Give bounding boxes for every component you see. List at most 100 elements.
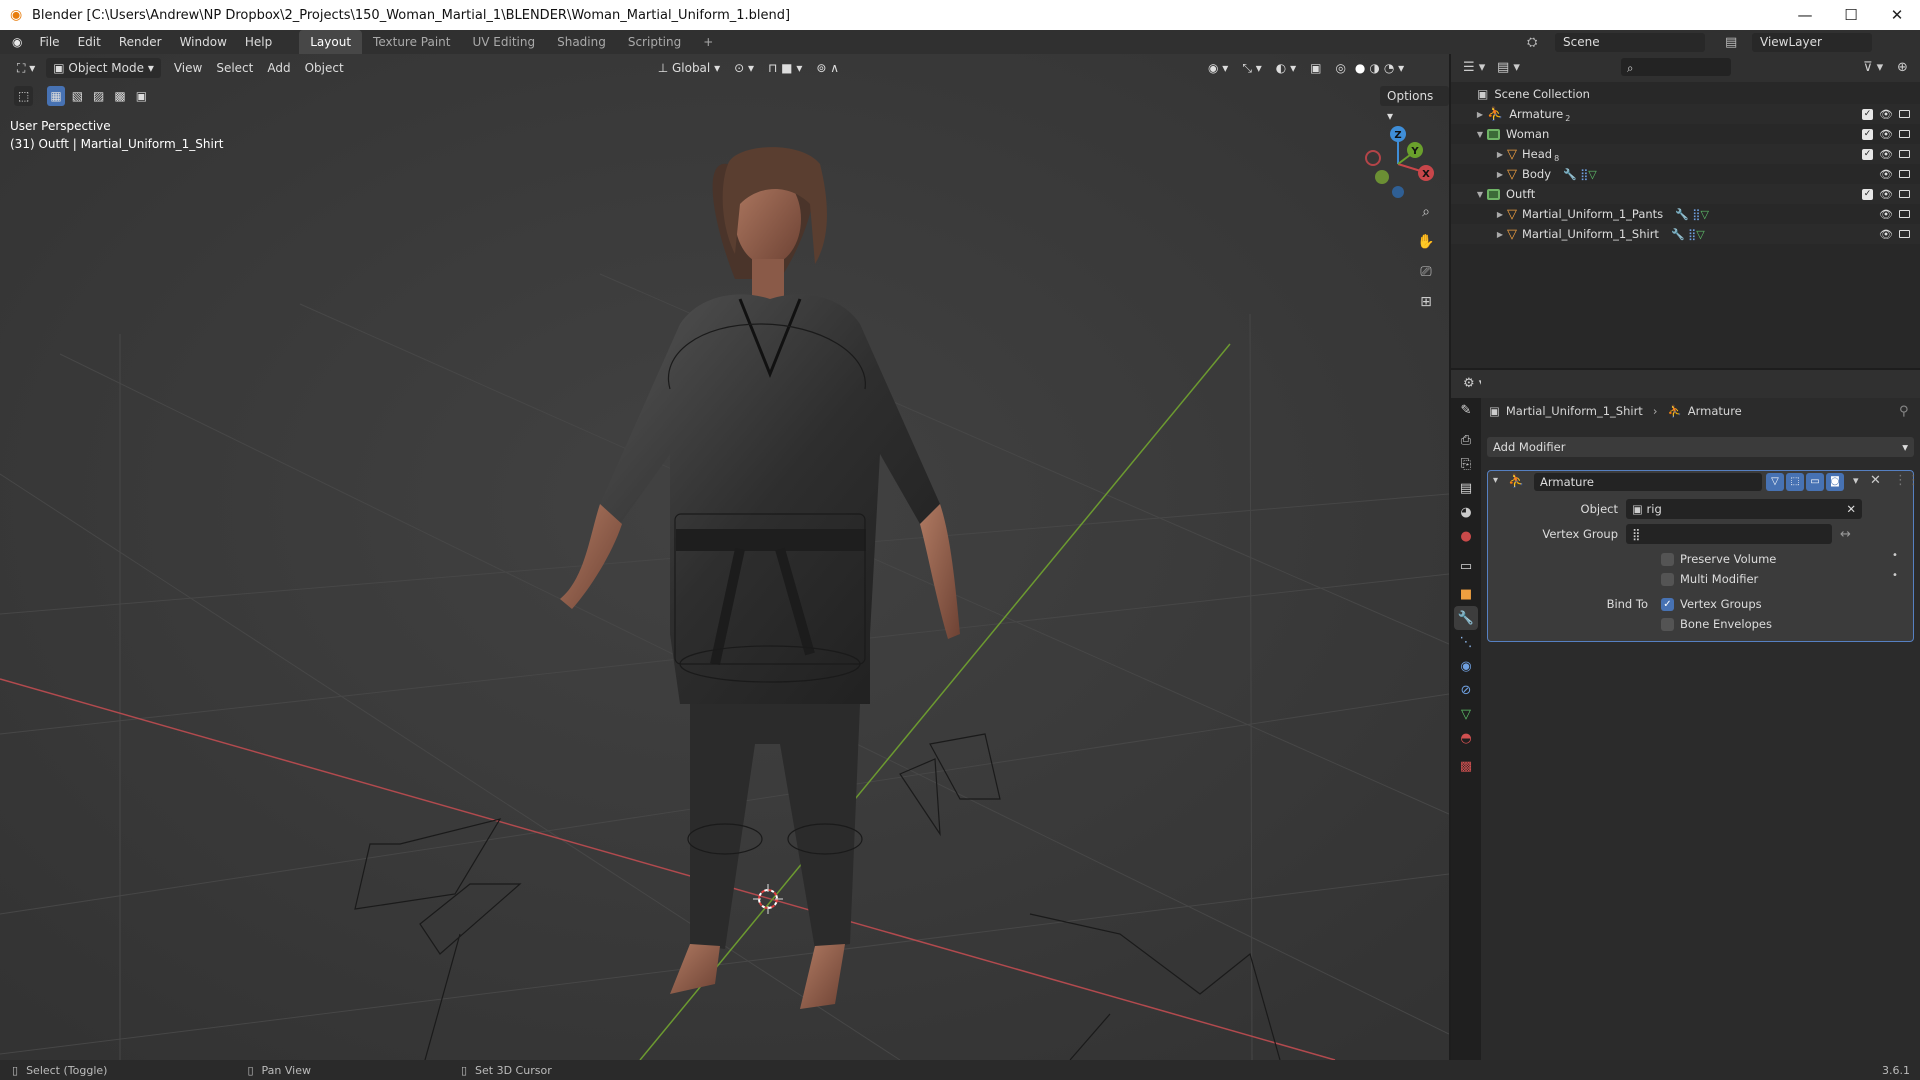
eye-icon[interactable]: 👁 <box>1879 208 1893 221</box>
new-collection-icon[interactable]: ⊕ <box>1897 60 1908 75</box>
mode-selector[interactable]: ▣ Object Mode ▾ <box>46 58 161 78</box>
monitor-icon[interactable] <box>1899 190 1910 198</box>
cage-toggle-icon[interactable]: ⬚ <box>1786 473 1804 491</box>
visibility-icon[interactable]: ◉ ▾ <box>1201 58 1235 78</box>
minimize-button[interactable]: — <box>1782 0 1828 30</box>
outliner-editor-icon[interactable]: ☰ ▾ <box>1463 60 1485 75</box>
navigation-gizmo[interactable]: Z X Y <box>1358 122 1438 202</box>
monitor-icon[interactable] <box>1899 210 1910 218</box>
select-menu[interactable]: Select <box>209 58 260 78</box>
shading-material-icon[interactable]: ◑ <box>1367 58 1381 78</box>
collapse-chevron-icon[interactable]: ▾ <box>1493 475 1498 486</box>
modifier-tab-icon[interactable]: 🔧 <box>1454 606 1478 630</box>
eye-icon[interactable]: 👁 <box>1879 108 1893 121</box>
transform-orientation-selector[interactable]: ⊥ Global ▾ <box>651 58 727 78</box>
blender-menu-icon[interactable]: ◉ <box>0 30 30 54</box>
view-layer-icon[interactable]: ▤ <box>1725 35 1737 50</box>
modifier-vertexgroup-icons[interactable]: 🔧 ⣿ <box>1563 168 1588 181</box>
menu-window[interactable]: Window <box>171 30 236 54</box>
material-tab-icon[interactable]: ◓ <box>1454 726 1478 750</box>
pan-hand-icon[interactable]: ✋ <box>1414 230 1438 254</box>
world-tab-icon[interactable]: ● <box>1454 524 1478 548</box>
monitor-icon[interactable] <box>1899 170 1910 178</box>
3d-viewport[interactable]: ⛶ ▾ ▣ Object Mode ▾ View Select Add Obje… <box>0 54 1449 1060</box>
editor-type-button[interactable]: ⛶ ▾ <box>10 58 42 78</box>
tab-texture-paint[interactable]: Texture Paint <box>362 30 461 54</box>
modifier-vertexgroup-icons[interactable]: 🔧 ⣿ <box>1675 208 1700 221</box>
tab-layout[interactable]: Layout <box>299 30 363 54</box>
preserve-volume-checkbox[interactable] <box>1661 553 1674 566</box>
edit-mode-toggle-icon[interactable]: ▽ <box>1766 473 1784 491</box>
display-mode-icon[interactable]: ▤ ▾ <box>1497 60 1520 75</box>
outliner-item-armature[interactable]: ▶ ⛹ Armature 2 ✓ 👁 <box>1451 104 1920 124</box>
modifier-name-input[interactable]: Armature <box>1534 473 1762 491</box>
snap-icon[interactable]: ⊓ ■ ▾ <box>761 58 809 78</box>
zoom-icon[interactable]: ⌕ <box>1414 200 1438 224</box>
expand-toggle-icon[interactable]: ▶ <box>1493 150 1507 159</box>
add-menu[interactable]: Add <box>260 58 297 78</box>
outliner-item-woman[interactable]: ▼ Woman ✓ 👁 <box>1451 124 1920 144</box>
tab-uv-editing[interactable]: UV Editing <box>461 30 546 54</box>
view-layer-tab-icon[interactable]: ▤ <box>1454 476 1478 500</box>
menu-edit[interactable]: Edit <box>69 30 110 54</box>
outliner-item-martial_uniform_1_pants[interactable]: ▶ ▽ Martial_Uniform_1_Pants 🔧 ⣿ ▽ 👁 <box>1451 204 1920 224</box>
menu-file[interactable]: File <box>30 30 68 54</box>
scene-tab-icon[interactable]: ◕ <box>1454 500 1478 524</box>
bone-envelopes-checkbox[interactable] <box>1661 618 1674 631</box>
outliner-item-body[interactable]: ▶ ▽ Body 🔧 ⣿ ▽ 👁 <box>1451 164 1920 184</box>
scene-icon[interactable]: ⛭ <box>1527 35 1537 50</box>
shading-rendered-icon[interactable]: ◔ ▾ <box>1382 58 1406 78</box>
add-workspace-button[interactable]: + <box>692 30 724 54</box>
monitor-icon[interactable] <box>1899 110 1910 118</box>
remove-modifier-icon[interactable]: ✕ <box>1870 473 1881 488</box>
proportional-edit-icon[interactable]: ⊚ ∧ <box>809 58 846 78</box>
shading-solid-icon[interactable]: ● <box>1353 58 1367 78</box>
viewport-toggle-icon[interactable]: ▭ <box>1806 473 1824 491</box>
eye-icon[interactable]: 👁 <box>1879 128 1893 141</box>
texture-tab-icon[interactable]: ▩ <box>1454 754 1478 778</box>
exclude-checkbox[interactable]: ✓ <box>1862 188 1874 200</box>
collection-tab-icon[interactable]: ▭ <box>1454 554 1478 578</box>
shading-wireframe-icon[interactable]: ◎ <box>1328 58 1352 78</box>
pin-icon[interactable]: ⚲ <box>1899 404 1909 419</box>
outliner-item-outft[interactable]: ▼ Outft ✓ 👁 <box>1451 184 1920 204</box>
menu-render[interactable]: Render <box>110 30 171 54</box>
mesh-data-icon[interactable]: ▽ <box>1700 208 1708 221</box>
mesh-data-icon[interactable]: ▽ <box>1588 168 1596 181</box>
expand-toggle-icon[interactable]: ▶ <box>1493 210 1507 219</box>
physics-tab-icon[interactable]: ◉ <box>1454 654 1478 678</box>
output-tab-icon[interactable]: ⎘ <box>1454 452 1478 476</box>
monitor-icon[interactable] <box>1899 150 1910 158</box>
outliner-search-input[interactable]: ⌕ <box>1621 58 1731 76</box>
select-mode-invert-icon[interactable]: ▩ <box>111 86 128 106</box>
close-button[interactable]: ✕ <box>1874 0 1920 30</box>
overlay-toggle-icon[interactable]: ◐ ▾ <box>1269 58 1303 78</box>
object-field[interactable]: ▣ rig ✕ <box>1626 499 1862 519</box>
add-modifier-button[interactable]: Add Modifier ▾ <box>1487 437 1914 457</box>
tab-scripting[interactable]: Scripting <box>617 30 692 54</box>
outliner-item-martial_uniform_1_shirt[interactable]: ▶ ▽ Martial_Uniform_1_Shirt 🔧 ⣿ ▽ 👁 <box>1451 224 1920 244</box>
exclude-checkbox[interactable]: ✓ <box>1862 148 1874 160</box>
vertex-groups-checkbox[interactable]: ✓ <box>1661 598 1674 611</box>
options-dropdown[interactable]: Options ▾ <box>1380 86 1449 123</box>
ortho-toggle-icon[interactable]: ⊞ <box>1414 290 1438 314</box>
tab-shading[interactable]: Shading <box>546 30 617 54</box>
camera-view-icon[interactable]: ⎚ <box>1414 260 1438 284</box>
constraints-tab-icon[interactable]: ⊘ <box>1454 678 1478 702</box>
drag-handle-icon[interactable]: ⋮⋮ <box>1894 473 1920 488</box>
eye-icon[interactable]: 👁 <box>1879 168 1893 181</box>
eye-icon[interactable]: 👁 <box>1879 228 1893 241</box>
select-mode-subtract-icon[interactable]: ▨ <box>90 86 107 106</box>
mesh-data-icon[interactable]: ▽ <box>1696 228 1704 241</box>
view-layer-selector[interactable]: ViewLayer <box>1752 33 1872 52</box>
object-tab-icon[interactable]: ■ <box>1454 582 1478 606</box>
tool-tab-icon[interactable]: ✎ <box>1454 398 1478 422</box>
particles-tab-icon[interactable]: ⋱ <box>1454 630 1478 654</box>
invert-vertex-group-icon[interactable]: ↔ <box>1840 527 1851 542</box>
expand-toggle-icon[interactable]: ▼ <box>1473 190 1487 199</box>
filter-icon[interactable]: ⊽ ▾ <box>1863 60 1883 75</box>
select-mode-new-icon[interactable]: ▦ <box>47 86 65 106</box>
vertex-group-field[interactable]: ⣿ <box>1626 524 1832 544</box>
keyframe-dot-icon[interactable]: • <box>1892 570 1898 581</box>
gizmo-toggle-icon[interactable]: ⤡ ▾ <box>1235 58 1268 78</box>
